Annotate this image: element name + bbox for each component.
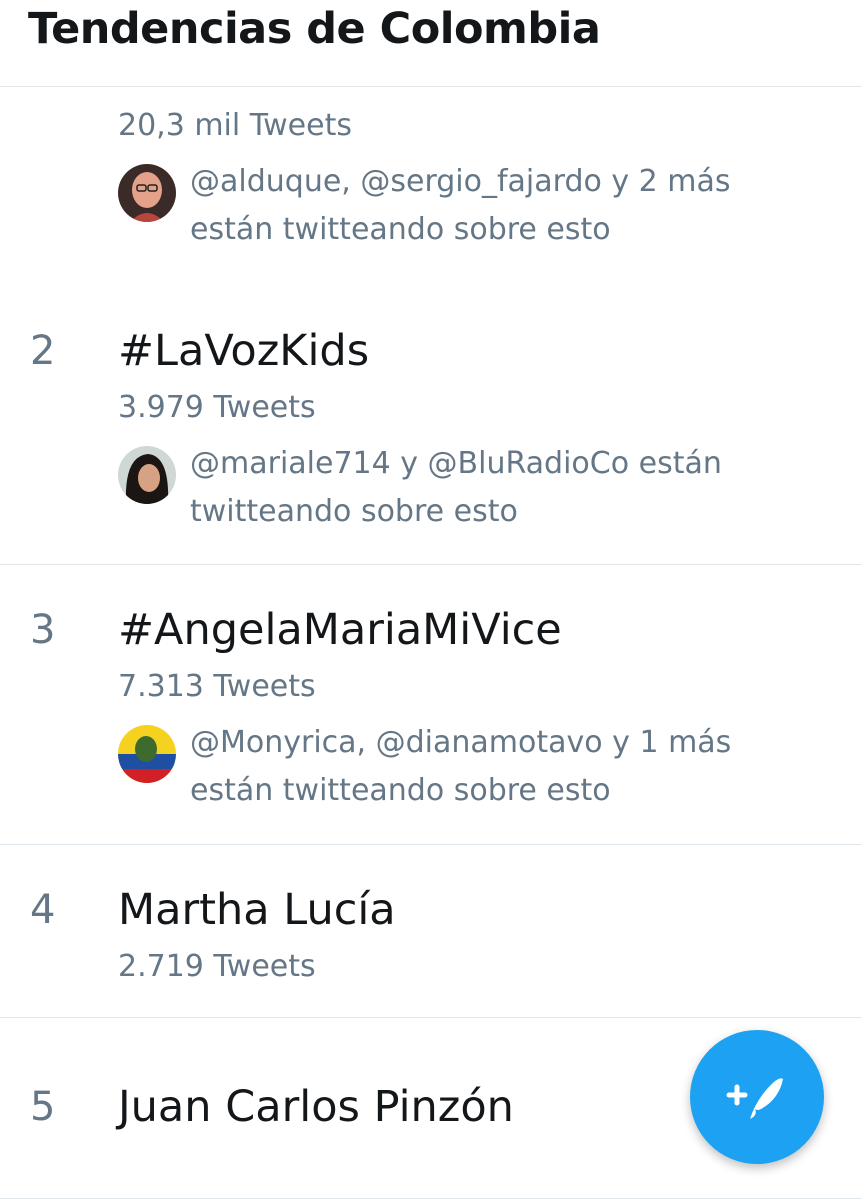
trend-item[interactable]: 4 Martha Lucía 2.719 Tweets xyxy=(0,845,862,1018)
trend-name: Juan Carlos Pinzón xyxy=(118,1082,514,1132)
trend-rank: 2 xyxy=(30,328,56,374)
compose-tweet-icon xyxy=(726,1078,783,1119)
trend-name: Martha Lucía xyxy=(118,885,396,935)
page-title: Tendencias de Colombia xyxy=(28,4,601,54)
trend-item[interactable]: 2 #LaVozKids 3.979 Tweets @mariale714 y … xyxy=(0,286,862,565)
trend-rank: 3 xyxy=(30,607,56,653)
trend-tweet-count: 20,3 mil Tweets xyxy=(118,108,352,143)
page-header: Tendencias de Colombia xyxy=(0,0,862,87)
trend-tweet-count: 2.719 Tweets xyxy=(118,949,316,984)
trend-name: #LaVozKids xyxy=(118,326,370,376)
trend-name: #AngelaMariaMiVice xyxy=(118,605,562,655)
avatar xyxy=(118,446,176,504)
avatar xyxy=(118,725,176,783)
trend-rank: 5 xyxy=(30,1084,56,1130)
trends-list: ​ 20,3 mil Tweets @alduque, @sergio_faja… xyxy=(0,0,862,1200)
trend-tweet-count: 3.979 Tweets xyxy=(118,390,316,425)
avatar xyxy=(118,164,176,222)
compose-tweet-button[interactable] xyxy=(690,1030,824,1164)
trend-context-text: @Monyrica, @dianamotavo y 1 más están tw… xyxy=(190,725,732,808)
trend-item[interactable]: 3 #AngelaMariaMiVice 7.313 Tweets @Monyr… xyxy=(0,565,862,845)
trend-context-text: @alduque, @sergio_fajardo y 2 más están … xyxy=(190,164,731,247)
trend-context-text: @mariale714 y @BluRadioCo están twittean… xyxy=(190,446,722,529)
trend-tweet-count: 7.313 Tweets xyxy=(118,669,316,704)
trend-rank: 4 xyxy=(30,887,56,933)
